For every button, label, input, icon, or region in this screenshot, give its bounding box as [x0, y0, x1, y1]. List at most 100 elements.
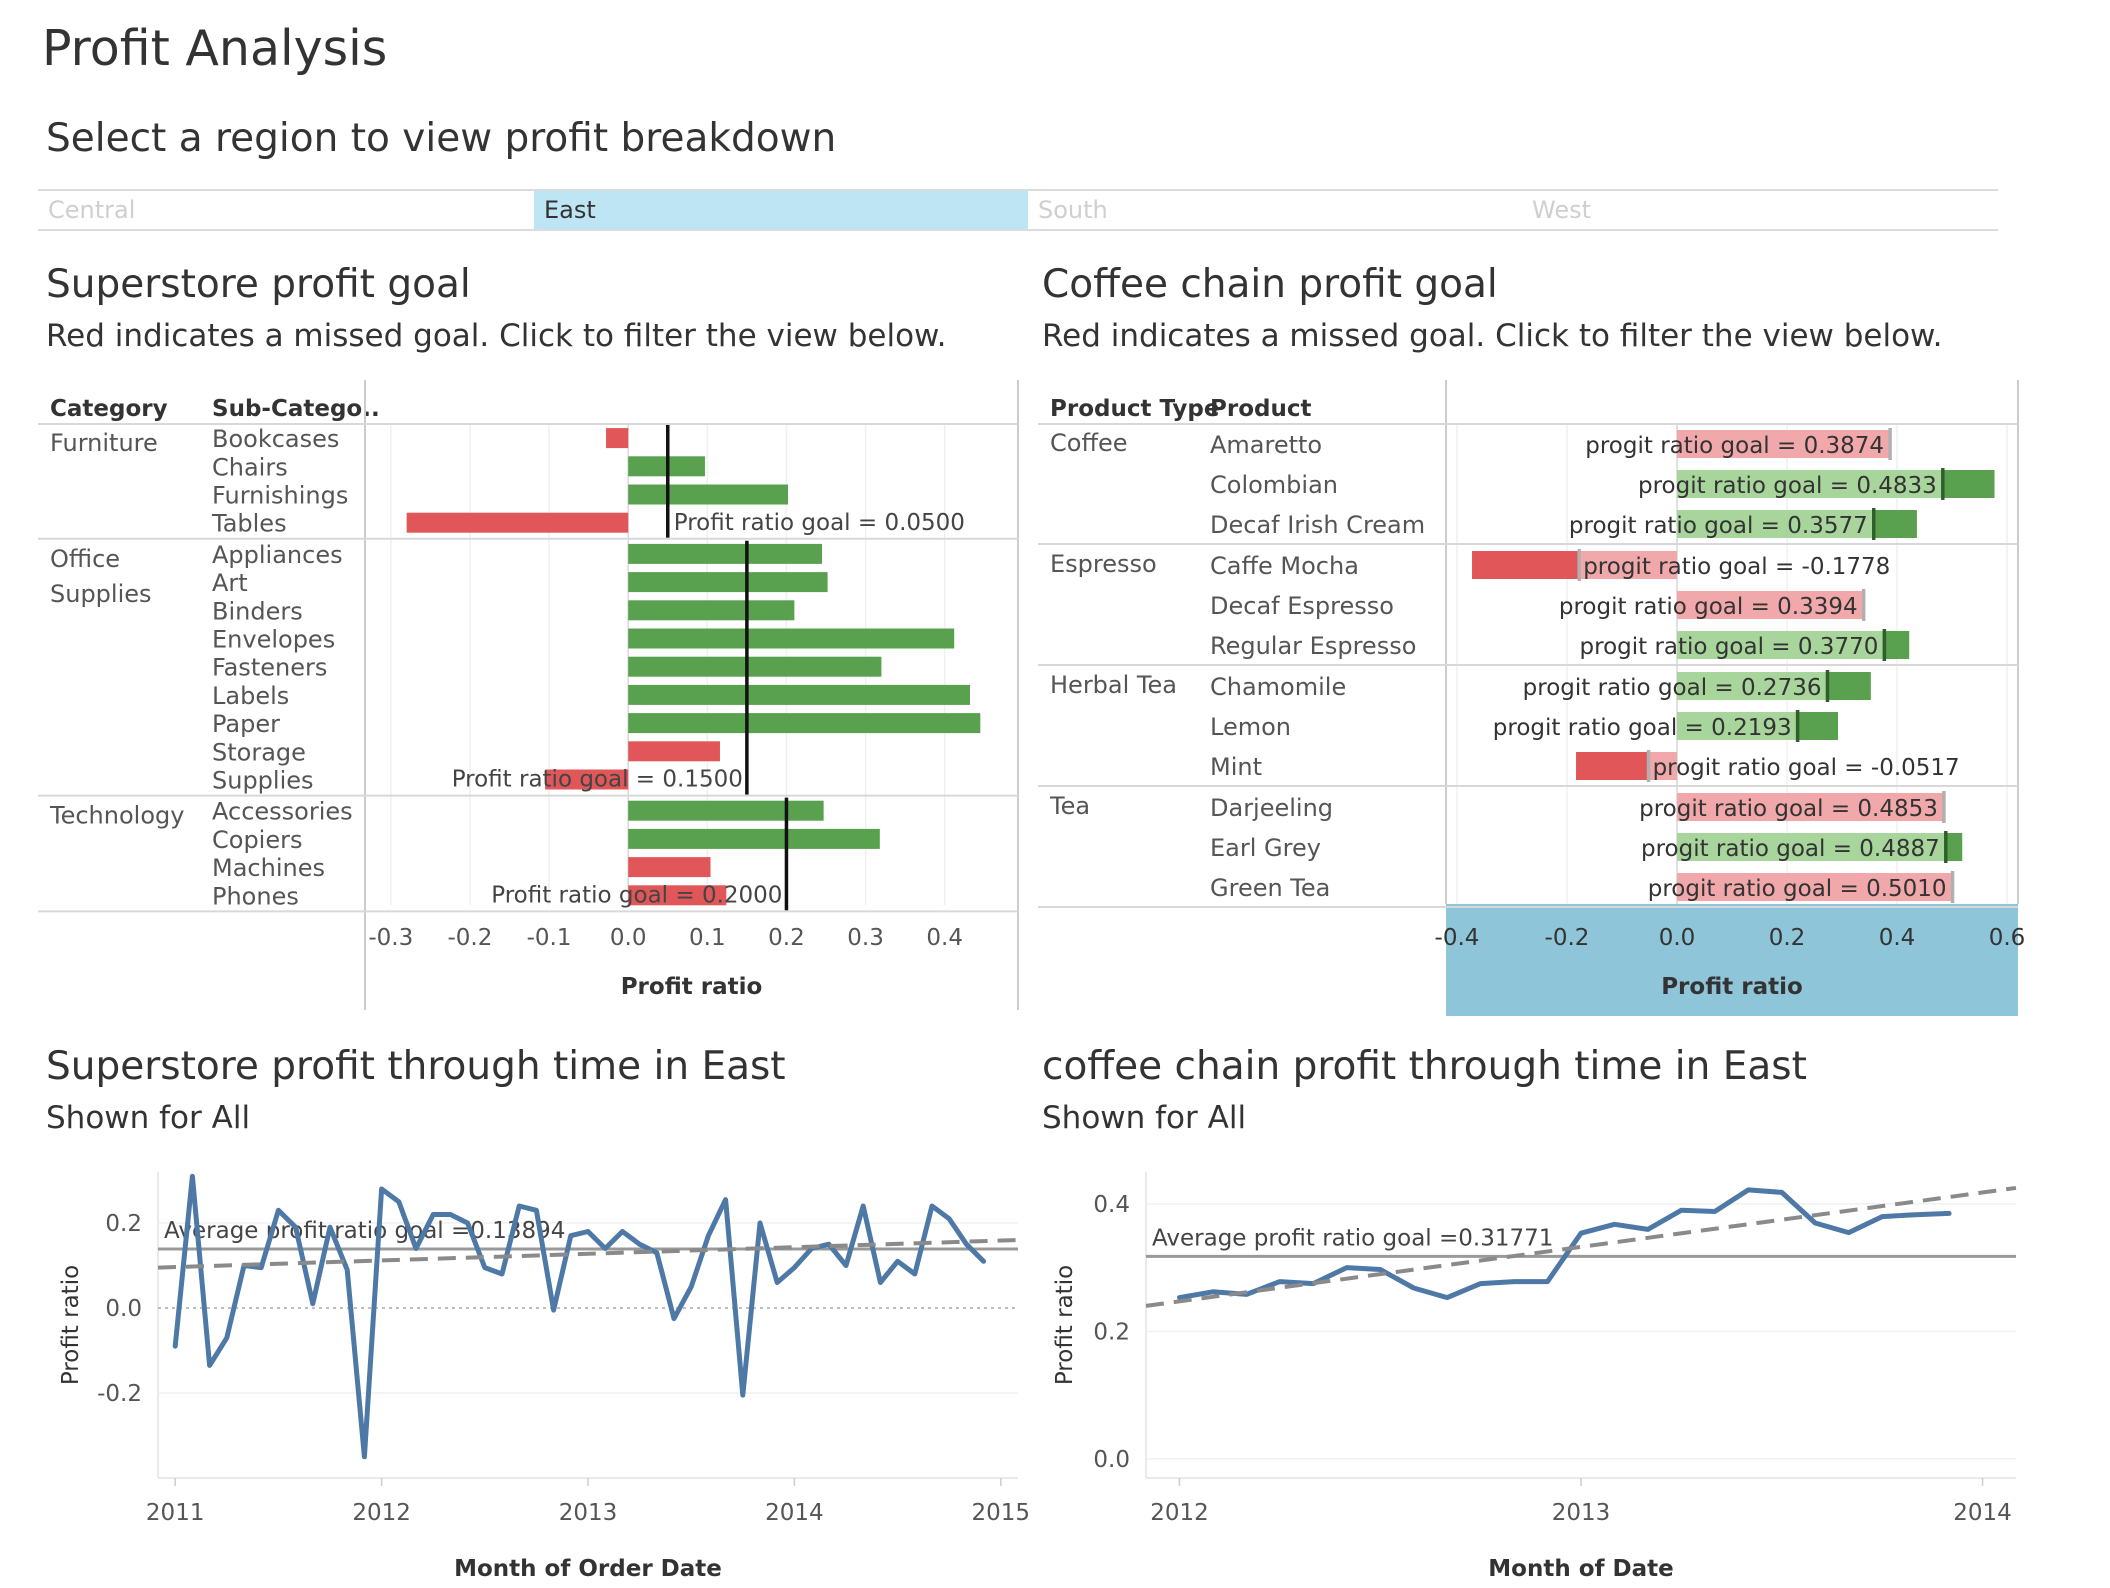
- bar-storage: [628, 741, 720, 762]
- bar-machines: [628, 857, 711, 878]
- y-tick-label: 0.4: [1093, 1192, 1130, 1218]
- sub-category-label: Machines: [212, 854, 325, 882]
- x-tick-label: 2012: [352, 1500, 411, 1526]
- coffee-goal-subtitle: Red indicates a missed goal. Click to fi…: [1042, 318, 1943, 354]
- product-label: Decaf Irish Cream: [1210, 511, 1425, 539]
- bar-appliances: [628, 543, 823, 564]
- category-label: Technology: [49, 802, 184, 830]
- goal-label: progit ratio goal = 0.4833: [1638, 473, 1937, 499]
- superstore-time-subtitle: Shown for All: [46, 1100, 251, 1136]
- x-axis-title: Profit ratio: [1661, 974, 1803, 1000]
- sub-category-label: Envelopes: [212, 626, 335, 654]
- y-axis-title: Profit ratio: [58, 1265, 84, 1385]
- x-tick-label: 0.2: [768, 925, 805, 951]
- coffee-time-title: coffee chain profit through time in East: [1042, 1044, 1807, 1089]
- goal-label: progit ratio goal = 0.3874: [1585, 433, 1884, 459]
- bar-excess: [1942, 470, 1995, 498]
- goal-label: progit ratio goal = -0.1778: [1583, 554, 1890, 580]
- x-tick-label: 2014: [1953, 1500, 2012, 1526]
- category-label: Supplies: [50, 580, 152, 608]
- product-label: Chamomile: [1210, 673, 1346, 701]
- region-central[interactable]: Central: [38, 191, 534, 229]
- y-tick-label: -0.2: [97, 1381, 142, 1407]
- goal-label: progit ratio goal = 0.3577: [1569, 513, 1868, 539]
- product-label: Decaf Espresso: [1210, 592, 1394, 620]
- bar-excess: [1945, 833, 1963, 861]
- x-tick-label: 0.0: [1659, 925, 1696, 951]
- superstore-time-chart[interactable]: 0.20.0-0.22011 2012 2013 2014 2015Average pr…: [0, 1150, 1030, 1580]
- goal-label: progit ratio goal = 0.5010: [1648, 876, 1947, 902]
- x-tick-label: -0.2: [448, 925, 493, 951]
- bar-excess: [1884, 631, 1910, 659]
- header-product-type: Product Type: [1050, 396, 1220, 422]
- reference-label: Average profit ratio goal =0.13894: [164, 1218, 565, 1244]
- bar-accessories: [628, 800, 824, 821]
- category-label: Furniture: [50, 429, 158, 457]
- y-tick-label: 0.2: [1093, 1319, 1130, 1345]
- coffee-time-subtitle: Shown for All: [1042, 1100, 1247, 1136]
- coffee-goal-chart[interactable]: Product TypeProduct -0.4 -0.2 0.0 0.2 0.4 0.6 C…: [1020, 380, 2030, 1020]
- goal-label: progit ratio goal = 0.4853: [1639, 796, 1938, 822]
- x-tick-label: 2011: [146, 1500, 205, 1526]
- bar-fasteners: [628, 656, 882, 677]
- y-tick-label: 0.0: [105, 1296, 142, 1322]
- x-tick-label: -0.2: [1545, 925, 1590, 951]
- sub-category-label: Fasteners: [212, 654, 327, 682]
- product-label: Green Tea: [1210, 874, 1330, 902]
- goal-label: progit ratio goal = 0.2193: [1493, 715, 1792, 741]
- goal-label: progit ratio goal = 0.4887: [1641, 836, 1940, 862]
- x-tick-label: 0.2: [1769, 925, 1806, 951]
- product-label: Amaretto: [1210, 431, 1322, 459]
- x-tick-label: 0.4: [1879, 925, 1916, 951]
- x-tick-label: 0.6: [1989, 925, 2026, 951]
- bar-bookcases: [606, 428, 629, 449]
- product-label: Regular Espresso: [1210, 632, 1416, 660]
- product-label: Earl Grey: [1210, 834, 1321, 862]
- superstore-goal-subtitle: Red indicates a missed goal. Click to fi…: [46, 318, 947, 354]
- x-axis-title: Month of Date: [1488, 1556, 1673, 1580]
- product-type-label: Espresso: [1050, 550, 1157, 578]
- bar-excess: [1873, 510, 1917, 538]
- coffee-goal-title: Coffee chain profit goal: [1042, 262, 1498, 307]
- goal-label: Profit ratio goal = 0.2000: [491, 882, 782, 908]
- bar-deficit: [1472, 551, 1580, 579]
- x-tick-label: -0.3: [368, 925, 413, 951]
- goal-label: progit ratio goal = 0.3770: [1580, 634, 1879, 660]
- x-tick-label: 0.4: [926, 925, 963, 951]
- x-axis-title: Profit ratio: [621, 974, 763, 1000]
- goal-label: progit ratio goal = 0.3394: [1559, 594, 1858, 620]
- goal-label: progit ratio goal = -0.0517: [1653, 755, 1960, 781]
- coffee-time-chart[interactable]: 0.4 0.2 0.0 2012 2013 2014 Average profit rati…: [1020, 1150, 2030, 1580]
- region-west[interactable]: West: [1522, 191, 1998, 229]
- header-category: Category: [50, 396, 168, 422]
- bar-envelopes: [628, 628, 955, 649]
- x-tick-label: 0.1: [689, 925, 726, 951]
- header-sub-category: Sub-Catego..: [212, 396, 380, 422]
- sub-category-label: Binders: [212, 597, 303, 625]
- superstore-goal-title: Superstore profit goal: [46, 262, 471, 307]
- sub-category-label: Tables: [211, 510, 287, 538]
- product-label: Mint: [1210, 753, 1262, 781]
- region-selector: Central East South West: [38, 189, 1998, 231]
- sub-category-label: Storage: [212, 738, 306, 766]
- trend-line: [157, 1238, 1019, 1270]
- x-tick-label: 2013: [559, 1500, 618, 1526]
- y-tick-label: 0.2: [105, 1211, 142, 1237]
- product-type-label: Coffee: [1050, 429, 1128, 457]
- region-east[interactable]: East: [534, 191, 1028, 229]
- goal-label: Profit ratio goal = 0.0500: [674, 510, 965, 536]
- superstore-goal-chart[interactable]: Category Sub-Catego.. -0.3 -0.2 -0.1 0.0 0.1 0.…: [0, 380, 1030, 1020]
- category-label: Office: [50, 545, 120, 573]
- bar-tables: [406, 512, 629, 533]
- goal-label: progit ratio goal = 0.2736: [1523, 675, 1822, 701]
- region-south[interactable]: South: [1028, 191, 1522, 229]
- sub-category-label: Labels: [212, 682, 289, 710]
- product-label: Darjeeling: [1210, 794, 1333, 822]
- sub-category-label: Chairs: [212, 453, 288, 481]
- sub-category-label: Paper: [212, 710, 280, 738]
- x-tick-label: -0.1: [527, 925, 572, 951]
- x-tick-label: 0.0: [610, 925, 647, 951]
- product-label: Colombian: [1210, 471, 1338, 499]
- bar-art: [628, 572, 828, 593]
- sub-category-label: Bookcases: [212, 425, 339, 453]
